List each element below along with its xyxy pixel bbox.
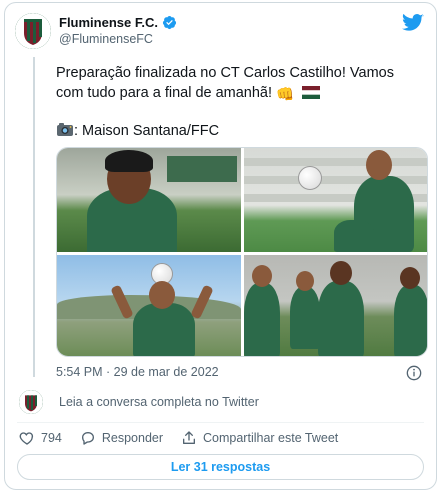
display-name[interactable]: Fluminense F.C.: [59, 15, 158, 30]
photo-4[interactable]: [244, 255, 427, 356]
small-avatar: [19, 390, 43, 414]
twitter-bird-icon[interactable]: [402, 13, 424, 33]
photo-1[interactable]: [57, 148, 241, 252]
info-icon[interactable]: [406, 365, 422, 381]
action-bar: 794 Responder Compartilhar este Tweet: [19, 430, 356, 446]
handle[interactable]: @FluminenseFC: [59, 32, 153, 46]
divider: [17, 422, 424, 423]
tweet-header: Fluminense F.C. @FluminenseFC: [15, 13, 424, 53]
tweet-timestamp[interactable]: 5:54 PM · 29 de mar de 2022: [56, 365, 219, 379]
share-upload-icon: [183, 431, 196, 444]
read-conversation-link[interactable]: Leia a conversa completa no Twitter: [59, 395, 259, 409]
media-grid: [56, 147, 428, 357]
verified-badge-icon: [162, 15, 177, 30]
read-replies-button[interactable]: Ler 31 respostas: [17, 454, 424, 480]
photo-2[interactable]: [244, 148, 427, 252]
reply-bubble-icon: [81, 432, 94, 445]
like-button[interactable]: 794: [19, 430, 62, 446]
tweet-line-2: com tudo para a final de amanhã!: [56, 85, 273, 101]
club-crest-icon: [19, 390, 43, 414]
likes-count: 794: [41, 431, 62, 445]
read-conversation-row[interactable]: Leia a conversa completa no Twitter: [19, 389, 259, 415]
tweet-text: Preparação finalizada no CT Carlos Casti…: [56, 63, 428, 141]
photo-3[interactable]: [57, 255, 241, 356]
camera-emoji-icon: [57, 123, 73, 136]
fist-emoji: 👊: [276, 87, 295, 103]
photo-credit: : Maison Santana/FFC: [74, 123, 220, 139]
share-label: Compartilhar este Tweet: [203, 431, 339, 445]
avatar[interactable]: [15, 13, 51, 49]
club-crest-icon: [15, 13, 51, 49]
share-button[interactable]: Compartilhar este Tweet: [181, 430, 338, 446]
tweet-line-1: Preparação finalizada no CT Carlos Casti…: [56, 65, 394, 81]
reply-button[interactable]: Responder: [80, 430, 163, 446]
tweet-card: Fluminense F.C. @FluminenseFC Preparação…: [4, 2, 437, 490]
thread-line: [33, 57, 35, 377]
reply-label: Responder: [101, 431, 164, 445]
heart-icon: [19, 432, 34, 445]
club-flag-icon: [302, 86, 321, 99]
